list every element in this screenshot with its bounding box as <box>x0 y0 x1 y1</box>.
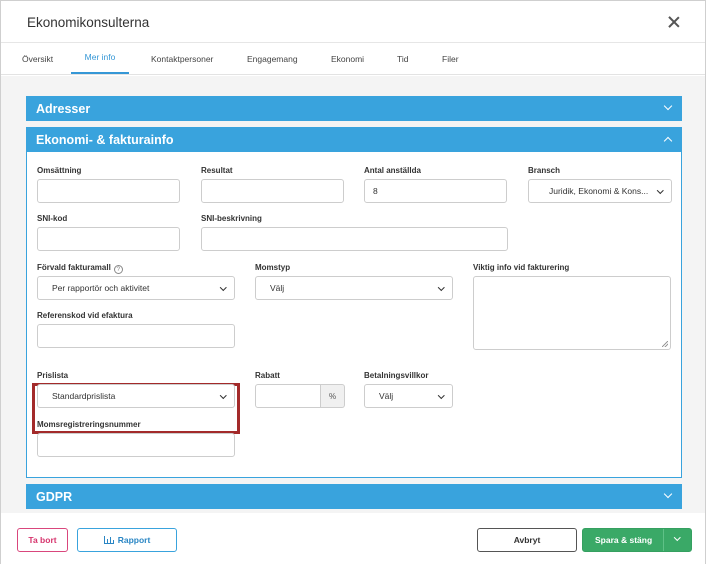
ekonomi-panel: Omsättning Resultat Antal anställda 8 Br… <box>26 152 682 478</box>
discount-input[interactable] <box>255 384 321 408</box>
chevron-up-icon <box>663 136 673 146</box>
modal-content: Adresser Ekonomi- & fakturainfo Omsättni… <box>1 76 705 513</box>
tab-filer[interactable]: Filer <box>442 42 459 74</box>
report-button[interactable]: Rapport <box>77 528 177 552</box>
invoice-template-label-text: Förvald fakturamall <box>37 263 111 272</box>
percent-addon: % <box>321 384 345 408</box>
industry-label: Bransch <box>528 166 561 175</box>
tab-mer-info[interactable]: Mer info <box>71 42 129 74</box>
chevron-down-icon <box>663 101 673 111</box>
section-ekonomi-header[interactable]: Ekonomi- & fakturainfo <box>26 127 682 152</box>
modal-dialog: Ekonomikonsulterna Översikt Mer info Kon… <box>0 0 706 564</box>
result-input[interactable] <box>201 179 344 203</box>
modal-title: Ekonomikonsulterna <box>27 14 150 30</box>
tab-tid[interactable]: Tid <box>397 42 409 74</box>
tab-oversikt[interactable]: Översikt <box>22 42 53 74</box>
chevron-down-icon <box>219 392 226 399</box>
turnover-input[interactable] <box>37 179 180 203</box>
industry-value: Juridik, Ekonomi & Kons... <box>549 186 649 196</box>
save-close-label: Spara & stäng <box>595 535 653 545</box>
save-options-dropdown[interactable] <box>663 529 691 551</box>
payment-terms-value: Välj <box>379 391 394 401</box>
sni-desc-label: SNI-beskrivning <box>201 214 262 223</box>
tab-kontaktpersoner[interactable]: Kontaktpersoner <box>151 42 213 74</box>
payment-terms-label: Betalningsvillkor <box>364 371 429 380</box>
save-close-button[interactable]: Spara & stäng <box>582 528 692 552</box>
section-ekonomi-title: Ekonomi- & fakturainfo <box>36 132 174 147</box>
invoice-info-label: Viktig info vid fakturering <box>473 263 570 272</box>
invoice-template-select[interactable]: Per rapportör och aktivitet <box>37 276 235 300</box>
close-icon[interactable] <box>666 14 682 30</box>
chevron-down-icon <box>663 489 673 499</box>
employees-input[interactable]: 8 <box>364 179 507 203</box>
turnover-label: Omsättning <box>37 166 82 175</box>
discount-label: Rabatt <box>255 371 280 380</box>
payment-terms-select[interactable]: Välj <box>364 384 453 408</box>
result-label: Resultat <box>201 166 233 175</box>
efaktura-ref-input[interactable] <box>37 324 235 348</box>
price-list-select[interactable]: Standardprislista <box>37 384 235 408</box>
vat-type-value: Välj <box>270 283 285 293</box>
chevron-down-icon <box>219 284 226 291</box>
tab-bar: Översikt Mer info Kontaktpersoner Engage… <box>1 43 705 75</box>
cancel-button[interactable]: Avbryt <box>477 528 577 552</box>
bar-chart-icon <box>103 536 115 544</box>
sni-code-label: SNI-kod <box>37 214 68 223</box>
invoice-template-value: Per rapportör och aktivitet <box>52 283 150 293</box>
tab-ekonomi[interactable]: Ekonomi <box>331 42 364 74</box>
section-adresser-header[interactable]: Adresser <box>26 96 682 121</box>
sni-desc-input[interactable] <box>201 227 508 251</box>
vat-type-select[interactable]: Välj <box>255 276 453 300</box>
tab-engagemang[interactable]: Engagemang <box>247 42 298 74</box>
chevron-down-icon <box>656 187 663 194</box>
vat-reg-input[interactable] <box>37 433 235 457</box>
report-button-label: Rapport <box>117 535 151 545</box>
price-list-value: Standardprislista <box>52 391 116 401</box>
section-gdpr-title: GDPR <box>36 489 73 504</box>
modal-header: Ekonomikonsulterna <box>1 1 705 43</box>
modal-footer: Ta bort Rapport Avbryt Spara & stäng <box>1 513 705 564</box>
price-list-label: Prislista <box>37 371 69 380</box>
vat-type-label: Momstyp <box>255 263 291 272</box>
help-icon[interactable]: ? <box>113 265 123 274</box>
vat-reg-label: Momsregistreringsnummer <box>37 420 141 429</box>
chevron-down-icon <box>437 392 444 399</box>
chevron-down-icon <box>437 284 444 291</box>
sni-code-input[interactable] <box>37 227 180 251</box>
delete-button[interactable]: Ta bort <box>17 528 68 552</box>
invoice-info-textarea[interactable] <box>473 276 671 350</box>
industry-select[interactable]: Juridik, Ekonomi & Kons... <box>528 179 672 203</box>
resize-handle-icon[interactable] <box>662 341 668 347</box>
section-adresser-title: Adresser <box>36 101 91 116</box>
invoice-template-label: Förvald fakturamall? <box>37 263 123 274</box>
employees-label: Antal anställda <box>364 166 421 175</box>
section-gdpr-header[interactable]: GDPR <box>26 484 682 509</box>
efaktura-ref-label: Referenskod vid efaktura <box>37 311 133 320</box>
chevron-down-icon <box>674 534 681 541</box>
